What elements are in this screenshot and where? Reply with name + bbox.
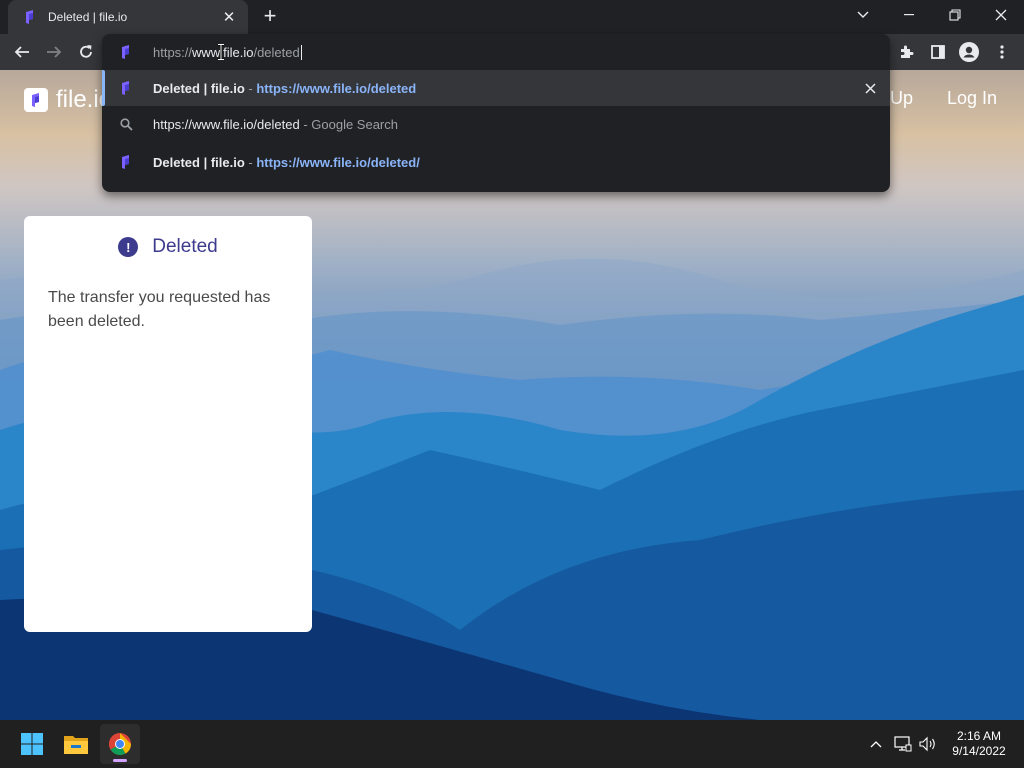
suggestion-title: Deleted | file.io	[153, 81, 245, 96]
restore-icon[interactable]	[932, 0, 978, 30]
file-explorer-button[interactable]	[56, 724, 96, 764]
tab-search-icon[interactable]	[840, 0, 886, 30]
taskbar: 2:16 AM 9/14/2022	[0, 720, 1024, 768]
card-header: ! Deleted	[24, 236, 312, 258]
fileio-favicon	[118, 154, 134, 170]
suggestion-detail: Google Search	[311, 117, 398, 132]
url-path: /deleted	[253, 45, 300, 60]
fileio-favicon	[26, 10, 33, 24]
text-caret	[300, 45, 302, 60]
suggestion-url: https://www.file.io/deleted/	[256, 155, 420, 170]
chevron-up-icon[interactable]	[866, 734, 886, 754]
profile-avatar-icon[interactable]	[958, 41, 980, 63]
suggestion-separator: -	[299, 117, 312, 132]
tab-close-icon[interactable]: ✕	[220, 8, 238, 26]
sign-up-link[interactable]: Up	[890, 88, 913, 109]
address-bar[interactable]: https://www.file.io/deleted	[102, 34, 890, 70]
tab-title: Deleted | file.io	[48, 10, 128, 24]
back-icon[interactable]	[10, 40, 34, 64]
search-icon	[118, 116, 134, 132]
remove-suggestion-icon[interactable]	[862, 80, 878, 96]
url-prefix: https://	[153, 45, 193, 60]
omnibox-dropdown: https://www.file.io/deleted Deleted | fi…	[102, 34, 890, 192]
address-input[interactable]: https://www.file.io/deleted	[153, 45, 302, 60]
close-window-icon[interactable]	[978, 0, 1024, 30]
volume-icon[interactable]	[918, 734, 938, 754]
network-icon[interactable]	[893, 734, 913, 754]
clock-time: 2:16 AM	[956, 729, 1002, 743]
fileio-logo-icon	[24, 88, 48, 112]
minimize-icon[interactable]	[886, 0, 932, 30]
extensions-icon[interactable]	[895, 41, 917, 63]
suggestion-row[interactable]: Deleted | file.io - https://www.file.io/…	[102, 70, 890, 106]
suggestion-row[interactable]: Deleted | file.io - https://www.file.io/…	[102, 144, 890, 180]
log-in-link[interactable]: Log In	[947, 88, 997, 109]
tab-active[interactable]: Deleted | file.io ✕	[8, 0, 248, 34]
fileio-favicon	[122, 45, 129, 59]
taskbar-clock[interactable]: 2:16 AM 9/14/2022	[944, 729, 1014, 759]
chrome-icon	[109, 733, 131, 755]
card-title: Deleted	[152, 236, 218, 257]
windows-logo-icon	[21, 733, 43, 755]
tab-strip: Deleted | file.io ✕ +	[0, 0, 1024, 34]
card-message: The transfer you requested has been dele…	[48, 289, 271, 330]
side-panel-icon[interactable]	[927, 41, 949, 63]
site-logo[interactable]: file.io	[24, 86, 112, 114]
active-indicator	[113, 759, 127, 762]
suggestion-separator: -	[244, 155, 257, 170]
fileio-favicon	[118, 80, 134, 96]
deleted-card: ! Deleted The transfer you requested has…	[24, 216, 312, 632]
alert-icon: !	[118, 237, 139, 257]
clock-date: 9/14/2022	[952, 744, 1006, 758]
reload-icon[interactable]	[74, 40, 98, 64]
chrome-taskbar-button[interactable]	[100, 724, 140, 764]
suggestion-title: Deleted | file.io	[153, 155, 245, 170]
forward-icon[interactable]	[42, 40, 66, 64]
new-tab-button[interactable]: +	[258, 4, 282, 28]
suggestion-row[interactable]: https://www.file.io/deleted - Google Sea…	[102, 106, 890, 142]
suggestion-separator: -	[244, 81, 257, 96]
menu-kebab-icon[interactable]	[991, 41, 1013, 63]
folder-icon	[64, 736, 88, 754]
ibeam-cursor-icon	[218, 44, 224, 60]
start-button[interactable]	[12, 724, 52, 764]
suggestion-url: https://www.file.io/deleted	[256, 81, 417, 96]
suggestion-title: https://www.file.io/deleted	[153, 117, 300, 132]
